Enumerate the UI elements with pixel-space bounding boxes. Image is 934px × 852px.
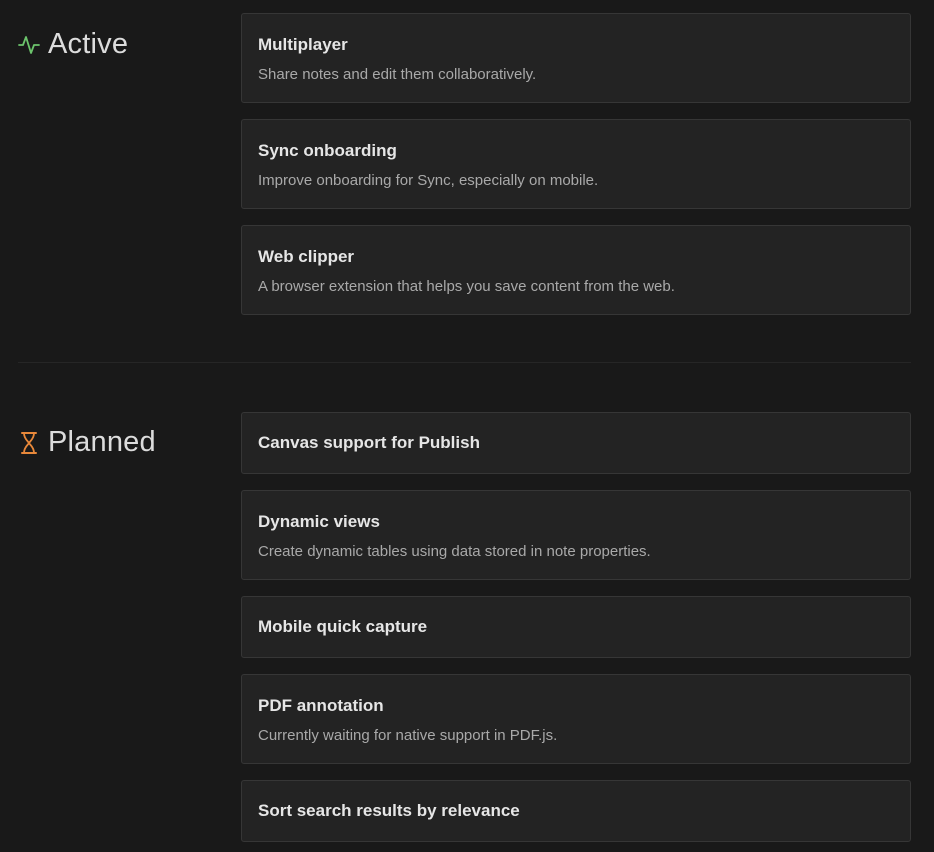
activity-icon [18,32,40,58]
roadmap-item-title: PDF annotation [258,696,384,715]
roadmap-item-description: A browser extension that helps you save … [258,278,675,295]
roadmap-item-title: Sort search results by relevance [258,801,520,820]
roadmap-item-title: Canvas support for Publish [258,433,480,452]
roadmap-item-card[interactable]: Sort search results by relevance [241,780,911,842]
roadmap-item-card[interactable]: Mobile quick capture [241,596,911,658]
roadmap-item-description: Share notes and edit them collaborativel… [258,66,537,83]
active-heading-label: Active [48,28,129,60]
roadmap-item-card[interactable]: Web clipper A browser extension that hel… [241,225,911,315]
roadmap-item-title: Multiplayer [258,35,348,54]
roadmap-item-card[interactable]: Canvas support for Publish [241,412,911,474]
active-section-heading: Active [18,28,128,61]
roadmap-item-description: Improve onboarding for Sync, especially … [258,172,599,189]
roadmap-item-title: Mobile quick capture [258,617,428,636]
roadmap-item-card[interactable]: Multiplayer Share notes and edit them co… [241,13,911,103]
planned-section-heading: Planned [18,426,156,459]
section-divider [18,362,911,363]
roadmap-item-title: Web clipper [258,247,355,266]
planned-heading-label: Planned [48,426,156,458]
roadmap-item-title: Dynamic views [258,512,380,531]
roadmap-item-card[interactable]: Sync onboarding Improve onboarding for S… [241,119,911,209]
roadmap-item-description: Currently waiting for native support in … [258,727,558,744]
roadmap-item-card[interactable]: PDF annotation Currently waiting for nat… [241,674,911,764]
hourglass-icon [18,430,40,456]
roadmap-item-card[interactable]: Dynamic views Create dynamic tables usin… [241,490,911,580]
roadmap-item-title: Sync onboarding [258,141,397,160]
roadmap-item-description: Create dynamic tables using data stored … [258,543,651,560]
roadmap-page: Active Multiplayer Share notes and edit … [0,0,934,852]
